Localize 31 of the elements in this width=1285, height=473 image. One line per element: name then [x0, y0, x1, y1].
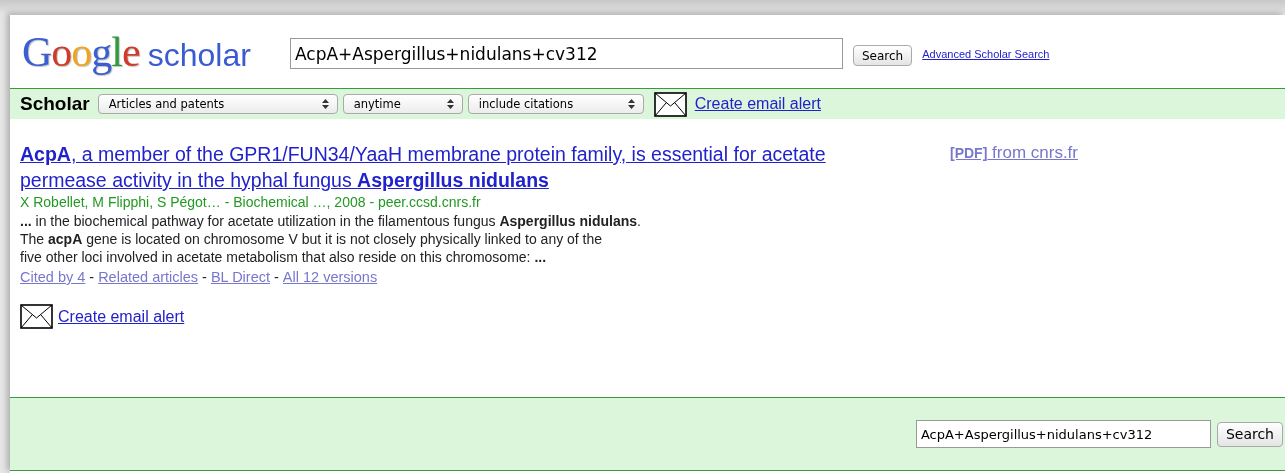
envelope-icon [20, 304, 53, 329]
result-title-link[interactable]: AcpA, a member of the GPR1/FUN34/YaaH membrane protein family, is essential for acetate permease activity in the hyphal fungus Aspergillus nidulans [20, 141, 910, 193]
dropdown[interactable]: anytime [342, 94, 463, 114]
separator: - [89, 268, 95, 287]
stepper-arrows-icon [446, 99, 454, 109]
result-link[interactable]: BL Direct [210, 266, 270, 288]
dropdown[interactable]: include citations [467, 94, 644, 114]
snippet-line: five other loci involved in acetate metabolism that also reside on this chromosome: ... [20, 248, 548, 266]
result-link[interactable]: All 12 versions [282, 266, 378, 288]
separator: - [274, 268, 279, 287]
result-authors: X Robellet, M Flipphi, S Pégot… - Biochemical …, 2008 - peer.ccsd.cnrs.fr [20, 193, 482, 212]
dropdown[interactable]: Articles and patents [97, 94, 338, 114]
stepper-arrows-icon [627, 99, 635, 109]
snippet-line: The acpA gene is located on chromosome V but it is not closely physically linked to any of the [20, 230, 604, 248]
search-field[interactable]: AcpA+Aspergillus+nidulans+cv312 [915, 420, 1211, 448]
stepper-arrows-icon [321, 99, 329, 109]
email-alert-link[interactable]: Create email alert [694, 95, 821, 113]
search-button[interactable]: Search [1216, 421, 1283, 447]
snippet-line: ... in the biochemical pathway for acetate utilization in the filamentous fungus Aspergillus nidulans. [20, 212, 642, 230]
result-link[interactable]: Related articles [98, 266, 199, 288]
result-link[interactable]: Cited by 4 [20, 266, 86, 288]
separator: - [202, 268, 207, 287]
advanced-search-link[interactable]: Advanced Scholar Search [922, 47, 1050, 60]
pdf-link[interactable]: [PDF] from cnrs.fr [950, 143, 1078, 163]
scholar-logo: scholar [147, 36, 251, 74]
search-button[interactable]: Search [853, 45, 913, 66]
search-field[interactable]: AcpA+Aspergillus+nidulans+cv312 [290, 38, 843, 69]
google-logo: Google [22, 27, 140, 76]
section-label: Scholar [20, 93, 90, 115]
envelope-icon [653, 91, 687, 117]
email-alert-link[interactable]: Create email alert [58, 307, 185, 326]
